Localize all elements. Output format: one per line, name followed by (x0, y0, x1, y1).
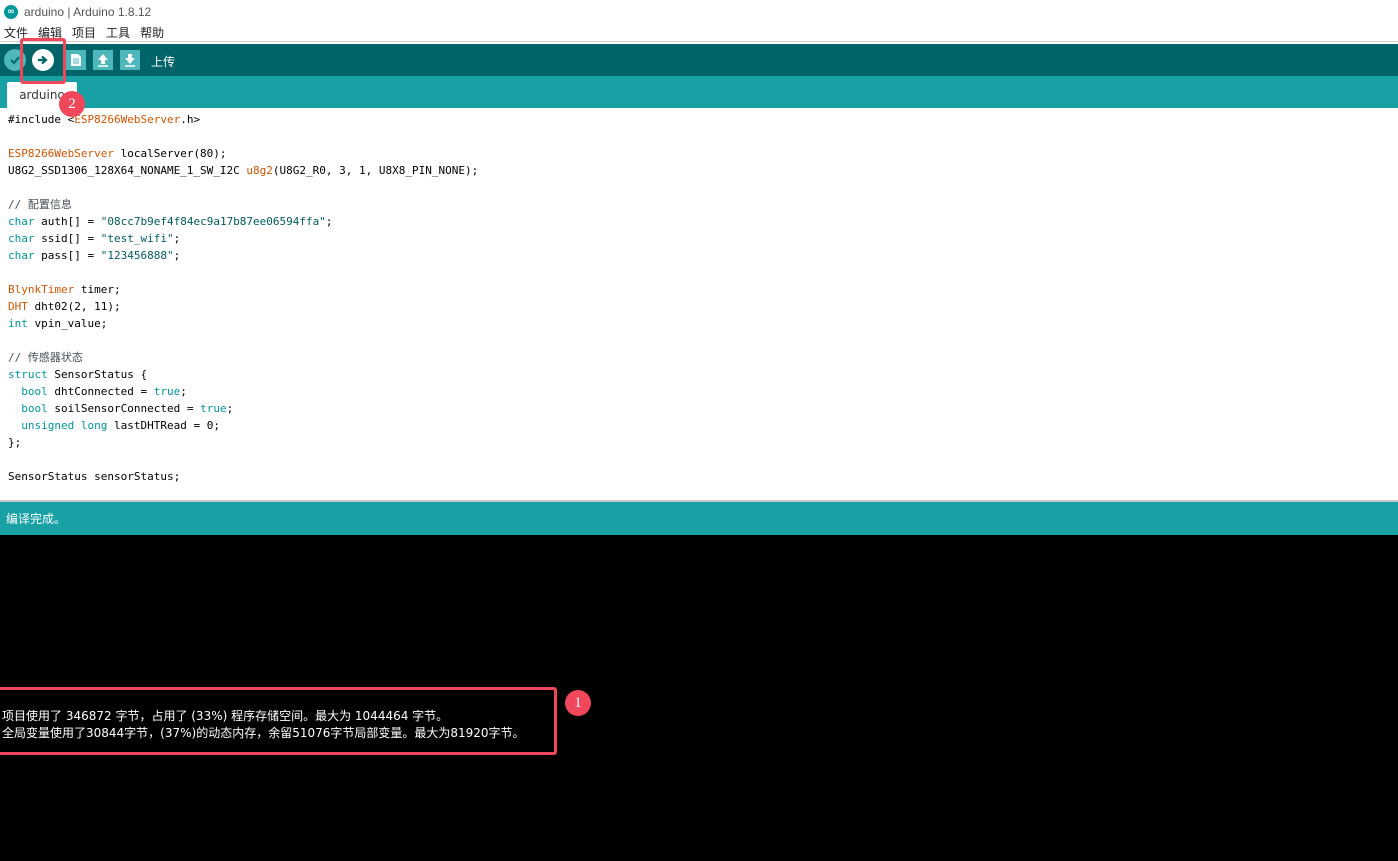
arrow-down-icon (125, 54, 135, 67)
title-bar: ∞ arduino | Arduino 1.8.12 (0, 0, 1398, 23)
code-line: DHT dht02(2, 11); (8, 298, 121, 315)
code-line: }; (8, 434, 21, 451)
code-token: lastDHTRead = 0; (107, 419, 220, 432)
code-line: bool soilSensorConnected = true; (8, 400, 233, 417)
code-token: BlynkTimer (8, 283, 75, 296)
annotation-badge-1: 1 (565, 690, 591, 716)
code-line: // 传感器状态 (8, 349, 83, 366)
toolbar: 上传 (0, 44, 1398, 76)
code-line: U8G2_SSD1306_128X64_NONAME_1_SW_I2C u8g2… (8, 162, 478, 179)
code-line: char pass[] = "123456888"; (8, 247, 180, 264)
status-message: 编译完成。 (6, 512, 67, 526)
code-token: dhtConnected = (47, 385, 154, 398)
highlight-box-upload (20, 38, 66, 84)
menu-bar: 文件 编辑 项目 工具 帮助 (0, 23, 1398, 42)
code-token: long (80, 419, 108, 432)
code-line: char auth[] = "08cc7b9ef4f84ec9a17b87ee0… (8, 213, 333, 230)
code-token: u8g2 (246, 164, 273, 177)
menu-tools[interactable]: 工具 (106, 24, 130, 41)
highlight-box-console (0, 687, 557, 755)
toolbar-hover-label: 上传 (151, 55, 176, 69)
code-token: true (200, 402, 227, 415)
code-token: soilSensorConnected = (47, 402, 201, 415)
arduino-logo-icon: ∞ (4, 4, 18, 19)
code-token: true (153, 385, 181, 398)
code-line: SensorStatus sensorStatus; (8, 468, 180, 485)
code-token: .h> (180, 113, 201, 126)
code-line: BlynkTimer timer; (8, 281, 121, 298)
code-token: ; (180, 385, 187, 398)
code-token: }; (8, 436, 22, 449)
code-token: localServer(80); (113, 147, 227, 160)
code-token: timer; (74, 283, 121, 296)
code-token: DHT (8, 300, 28, 313)
code-token: char (8, 215, 35, 228)
code-token: U8G2_SSD1306_128X64_NONAME_1_SW_I2C (8, 164, 247, 177)
code-token: // 传感器状态 (8, 351, 83, 364)
new-sketch-button[interactable] (66, 50, 86, 70)
code-token: unsigned (21, 419, 75, 432)
tab-bar: arduino (0, 76, 1398, 108)
code-token: int (8, 317, 28, 330)
code-token: "08cc7b9ef4f84ec9a17b87ee06594ffa" (100, 215, 326, 228)
code-line: unsigned long lastDHTRead = 0; (8, 417, 220, 434)
code-token: ; (173, 249, 181, 262)
code-token: bool (21, 402, 48, 415)
code-line: char ssid[] = "test_wifi"; (8, 230, 180, 247)
code-line: struct SensorStatus { (8, 366, 147, 383)
menu-help[interactable]: 帮助 (140, 24, 164, 41)
code-token: ; (173, 232, 181, 245)
code-token: ESP8266WebServer (8, 147, 114, 160)
menu-sketch[interactable]: 项目 (72, 24, 96, 41)
new-file-icon (71, 54, 81, 66)
code-token: // 配置信息 (8, 198, 72, 211)
save-button[interactable] (120, 50, 140, 70)
code-token: ssid[] = (34, 232, 101, 245)
code-token: SensorStatus sensorStatus; (8, 470, 181, 483)
code-line: #include <ESP8266WebServer.h> (8, 111, 200, 128)
code-token: ; (325, 215, 333, 228)
code-token: struct (8, 368, 48, 381)
annotation-badge-2: 2 (59, 91, 85, 117)
code-token: auth[] = (34, 215, 101, 228)
code-token: (U8G2_R0, 3, 1, U8X8_PIN_NONE); (272, 164, 479, 177)
code-line: ESP8266WebServer localServer(80); (8, 145, 227, 162)
code-token: vpin_value; (27, 317, 108, 330)
code-token: ; (226, 402, 234, 415)
code-token: char (8, 249, 35, 262)
code-token: pass[] = (34, 249, 101, 262)
code-token: "test_wifi" (100, 232, 174, 245)
code-editor[interactable]: #include <ESP8266WebServer.h> ESP8266WebS… (0, 108, 1398, 500)
code-token: ESP8266WebServer (74, 113, 181, 126)
code-line: int vpin_value; (8, 315, 107, 332)
code-token: SensorStatus { (47, 368, 148, 381)
code-token: dht02(2, 11); (27, 300, 121, 313)
arrow-up-icon (98, 54, 108, 67)
open-button[interactable] (93, 50, 113, 70)
code-token: bool (21, 385, 48, 398)
code-line: // 配置信息 (8, 196, 72, 213)
code-token: char (8, 232, 35, 245)
code-token: "123456888" (100, 249, 174, 262)
code-line: bool dhtConnected = true; (8, 383, 187, 400)
window-title: arduino | Arduino 1.8.12 (24, 4, 152, 19)
status-bar: 编译完成。 (0, 502, 1398, 535)
tab-label: arduino (19, 88, 65, 102)
